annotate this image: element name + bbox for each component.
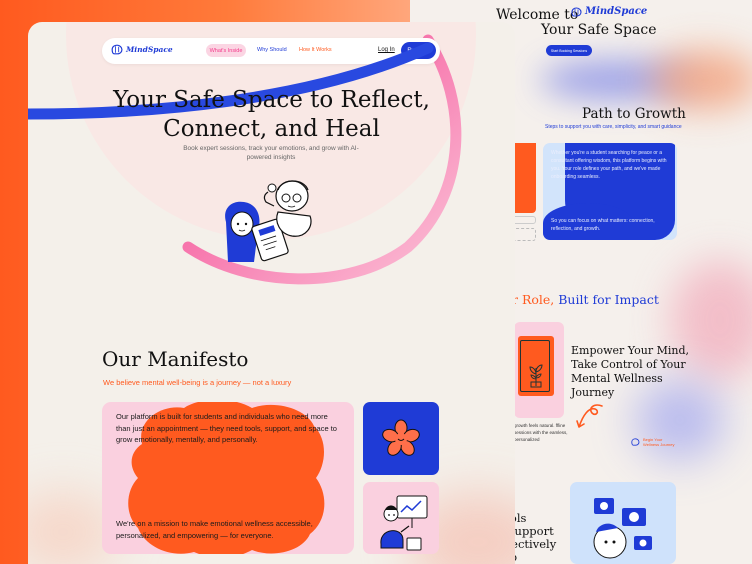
hero-illustration [225, 180, 312, 262]
preview-logo: MindSpace [570, 6, 647, 17]
brain-logo-icon [631, 438, 640, 446]
flower-icon [382, 419, 420, 456]
role-heading: r Role, Built for Impact [512, 292, 659, 307]
path-subtitle: Steps to support you with care, simplici… [545, 124, 682, 130]
empower-title: Empower Your Mind, Take Control of Your … [571, 344, 689, 399]
manifesto-paragraph-2: We're on a mission to make emotional wel… [116, 519, 313, 540]
manifesto-paragraph-1: Our platform is built for students and i… [116, 412, 337, 444]
decor-blur-orange [650, 50, 752, 110]
video-call-illustration [593, 498, 652, 559]
growth-note: growth feels natural. ffline sessions wi… [514, 423, 568, 442]
role-heading-prefix: r Role, [512, 292, 555, 307]
manifesto-tagline: We believe mental well-being is a journe… [103, 378, 292, 387]
begin-journey-link[interactable]: Begin Your Wellness Journey [630, 437, 679, 447]
hero-subtitle: Book expert sessions, track your emotion… [183, 145, 359, 161]
manifesto-card: Our platform is built for students and i… [102, 402, 354, 554]
preview-welcome-text: Welcome to [496, 7, 579, 23]
preview-safe-space-text: Your Safe Space [541, 22, 657, 38]
brain-logo-icon [571, 6, 582, 17]
manifesto-title: Our Manifesto [102, 347, 249, 371]
hero-title: Your Safe Space to Reflect, Connect, and… [28, 86, 515, 144]
landing-page: MindSpace What's Inside Why Should How I… [28, 22, 515, 564]
plant-icon [529, 364, 543, 388]
presentation-illustration-card [363, 482, 439, 554]
presenter-illustration [380, 495, 428, 551]
preview-brand-name: MindSpace [585, 6, 648, 17]
start-booking-button[interactable]: Start Booking Sessions [546, 45, 592, 56]
hero-title-line-1: Your Safe Space to Reflect, [113, 87, 430, 113]
flower-card [363, 402, 439, 475]
path-text-1: Whether you're a student searching for p… [551, 150, 667, 180]
role-heading-suffix: Built for Impact [558, 292, 659, 307]
empower-illustration-card [514, 322, 564, 418]
path-title: Path to Growth [582, 106, 686, 122]
path-info-card: Whether you're a student searching for p… [543, 143, 677, 240]
path-text-2: So you can focus on what matters: connec… [551, 218, 655, 232]
begin-journey-label: Begin Your Wellness Journey [643, 437, 675, 447]
curly-arrow-icon [576, 404, 603, 428]
tools-illustration-card [570, 482, 676, 564]
hero-title-line-2: Connect, and Heal [163, 116, 380, 142]
